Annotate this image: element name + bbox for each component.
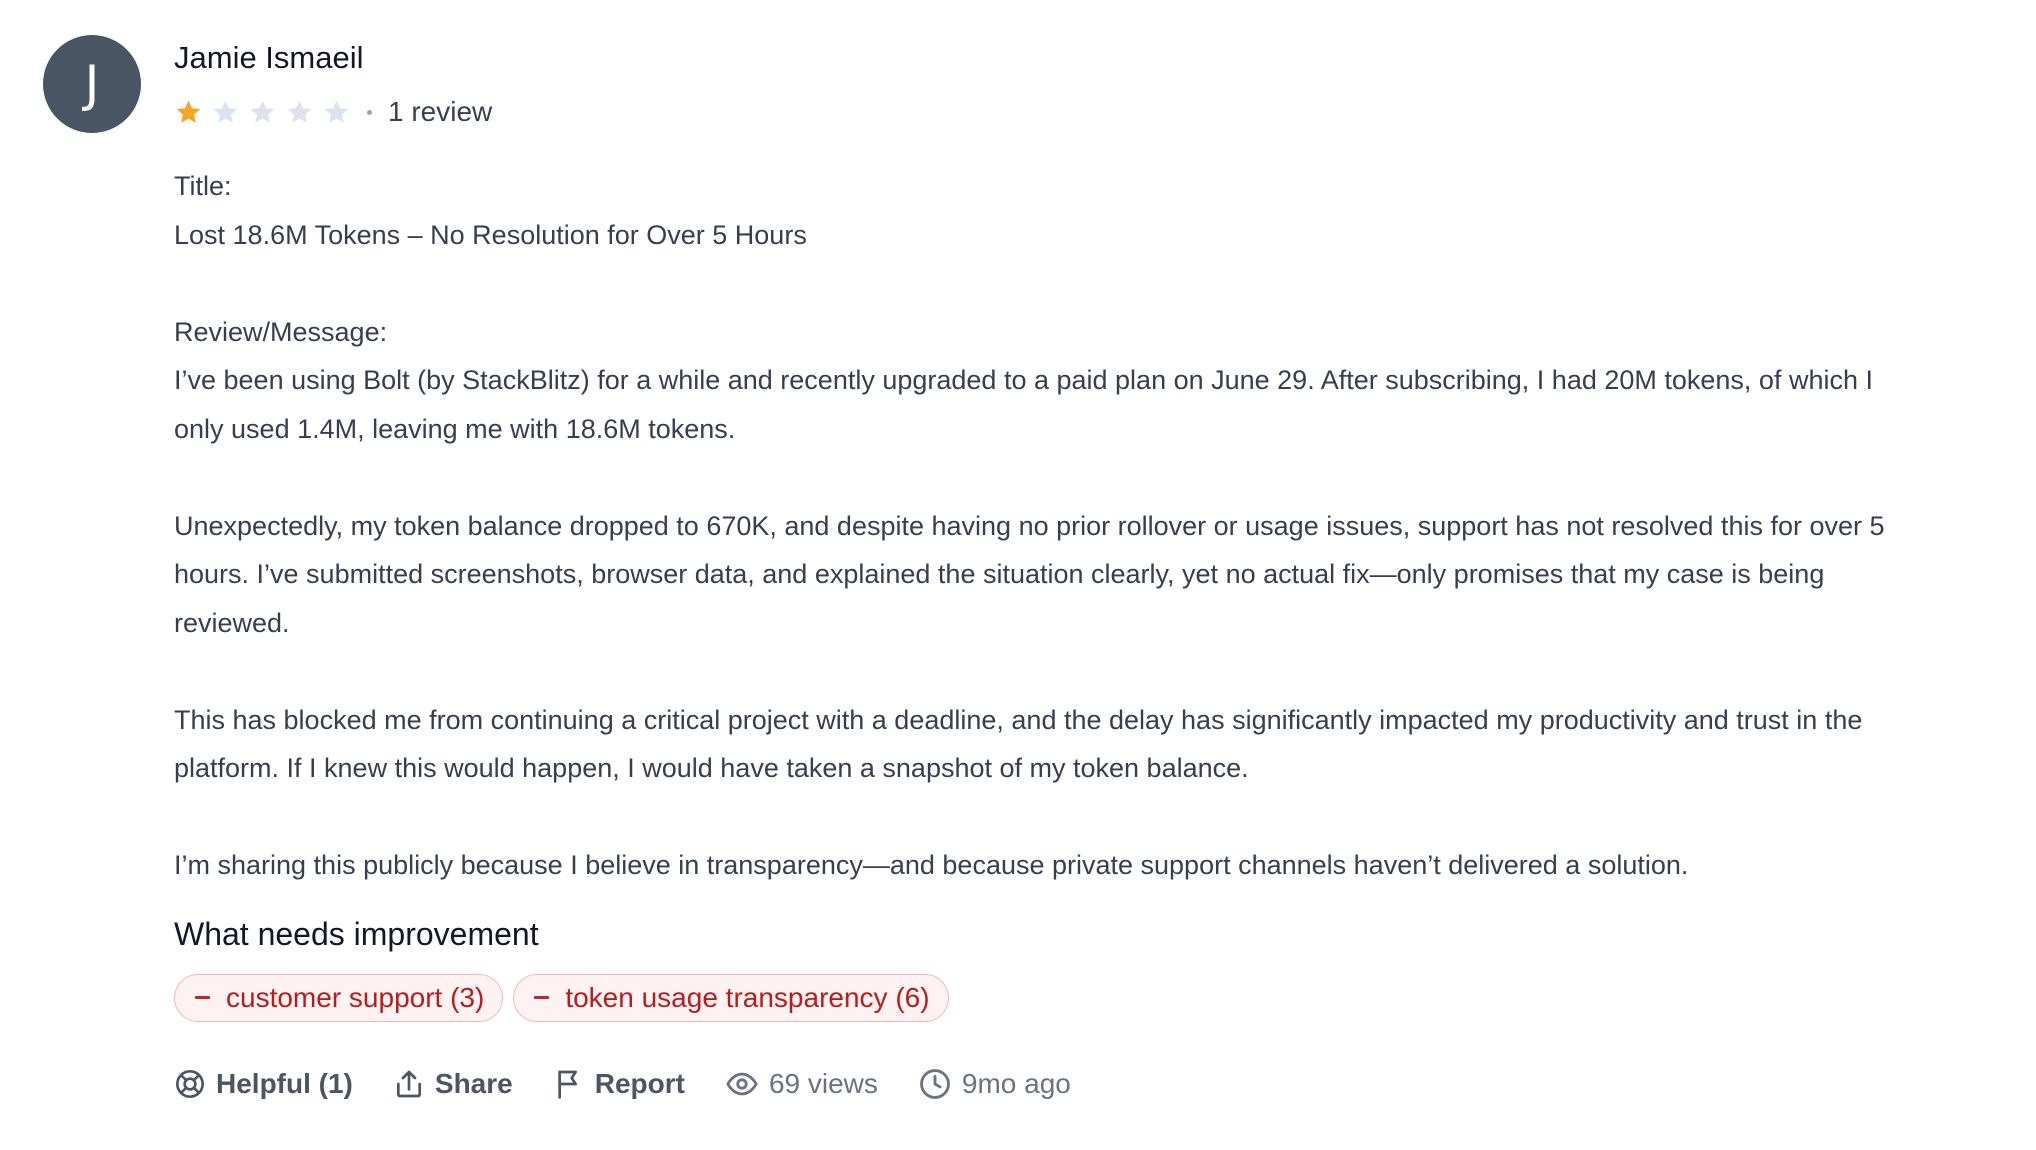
minus-icon: [195, 996, 210, 999]
improvement-tags: customer support (3) token usage transpa…: [174, 973, 1894, 1022]
separator-dot: [367, 109, 372, 115]
action-bar: Helpful (1) Share Report 69 views 9mo ag…: [174, 1062, 1894, 1106]
review-body: Title: Lost 18.6M Tokens – No Resolution…: [174, 162, 1894, 890]
review-content: Jamie Ismaeil 1 review Title: Lost 18.6M…: [174, 36, 1894, 1106]
views-count: 69 views: [725, 1067, 878, 1101]
report-button[interactable]: Report: [553, 1068, 685, 1100]
helpful-label: Helpful (1): [216, 1067, 353, 1099]
star-icon-empty: [322, 98, 351, 127]
share-label: Share: [434, 1067, 513, 1099]
review-card: J Jamie Ismaeil 1 review Title: Lost 18.…: [0, 0, 2036, 1150]
message-paragraph: Unexpectedly, my token balance dropped t…: [174, 510, 1885, 638]
avatar[interactable]: J: [43, 35, 141, 133]
title-text: Lost 18.6M Tokens – No Resolution for Ov…: [174, 219, 807, 250]
message-paragraph: I’ve been using Bolt (by StackBlitz) for…: [174, 365, 1873, 444]
clock-icon: [920, 1068, 950, 1099]
author-name[interactable]: Jamie Ismaeil: [174, 36, 1894, 80]
timestamp: 9mo ago: [918, 1067, 1071, 1101]
minus-icon: [534, 996, 550, 999]
tag-label: customer support (3): [226, 981, 485, 1013]
eye-icon: [726, 1072, 758, 1095]
star-icon-filled: [174, 98, 203, 127]
share-button[interactable]: Share: [393, 1068, 513, 1100]
tag-token-usage-transparency[interactable]: token usage transparency (6): [513, 973, 949, 1022]
views-label: 69 views: [768, 1067, 878, 1099]
tag-label: token usage transparency (6): [565, 981, 930, 1013]
tag-customer-support[interactable]: customer support (3): [174, 973, 504, 1022]
message-paragraph: This has blocked me from continuing a cr…: [174, 704, 1863, 784]
time-label: 9mo ago: [961, 1067, 1071, 1099]
improvement-heading: What needs improvement: [174, 915, 539, 952]
share-icon: [396, 1070, 421, 1097]
star-icon-empty: [211, 98, 240, 127]
report-label: Report: [594, 1067, 685, 1099]
helpful-button[interactable]: Helpful (1): [174, 1068, 353, 1100]
star-icon-empty: [285, 98, 314, 127]
message-paragraph: I’m sharing this publicly because I beli…: [174, 850, 1689, 880]
lifebuoy-icon: [176, 1069, 204, 1098]
star-rating: [174, 98, 351, 127]
avatar-initial: J: [84, 55, 100, 113]
star-icon-empty: [248, 98, 277, 127]
rating-row: 1 review: [174, 90, 1894, 134]
flag-icon: [558, 1070, 577, 1099]
message-label: Review/Message:: [174, 316, 388, 347]
review-count: 1 review: [388, 96, 493, 127]
title-label: Title:: [174, 171, 232, 201]
